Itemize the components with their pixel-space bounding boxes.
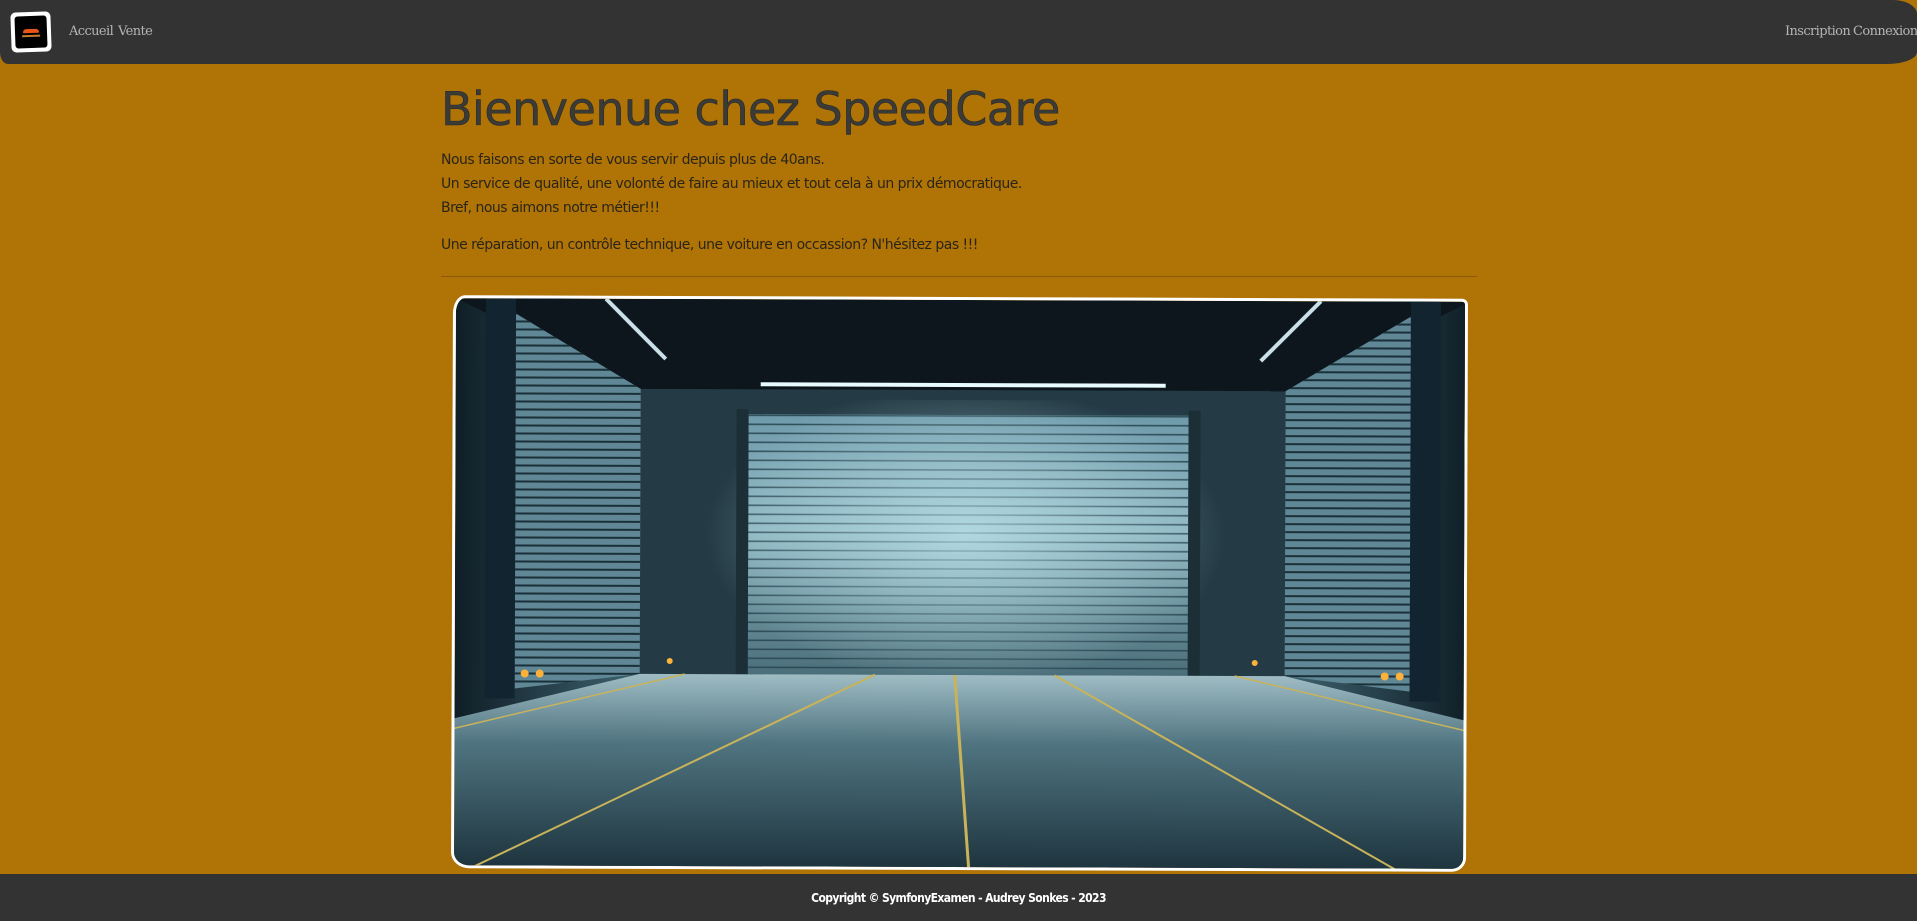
logo-wordmark — [22, 34, 41, 38]
intro-text: Nous faisons en sorte de vous servir dep… — [441, 148, 1022, 220]
footer: Copyright © SymfonyExamen - Audrey Sonke… — [0, 874, 1917, 921]
divider — [441, 276, 1477, 277]
nav-link-connexion[interactable]: Connexion — [1853, 24, 1917, 39]
nav-link-vente[interactable]: Vente — [118, 24, 153, 39]
nav-link-inscription[interactable]: Inscription — [1785, 24, 1851, 39]
garage-illustration — [453, 297, 1468, 872]
page-title: Bienvenue chez SpeedCare — [441, 82, 1061, 137]
logo-mark — [14, 15, 48, 49]
navbar: Accueil Vente Inscription Connexion — [0, 0, 1917, 64]
speedcare-logo[interactable] — [10, 11, 52, 53]
intro-line-2: Un service de qualité, une volonté de fa… — [441, 176, 1022, 192]
nav-link-accueil[interactable]: Accueil — [69, 24, 114, 39]
copyright-text: Copyright © SymfonyExamen - Audrey Sonke… — [811, 890, 1106, 905]
garage-image — [451, 295, 1468, 872]
car-icon — [22, 28, 40, 34]
intro-line-1: Nous faisons en sorte de vous servir dep… — [441, 152, 825, 168]
cta-text: Une réparation, un contrôle technique, u… — [441, 237, 978, 253]
intro-line-3: Bref, nous aimons notre métier!!! — [441, 200, 660, 216]
